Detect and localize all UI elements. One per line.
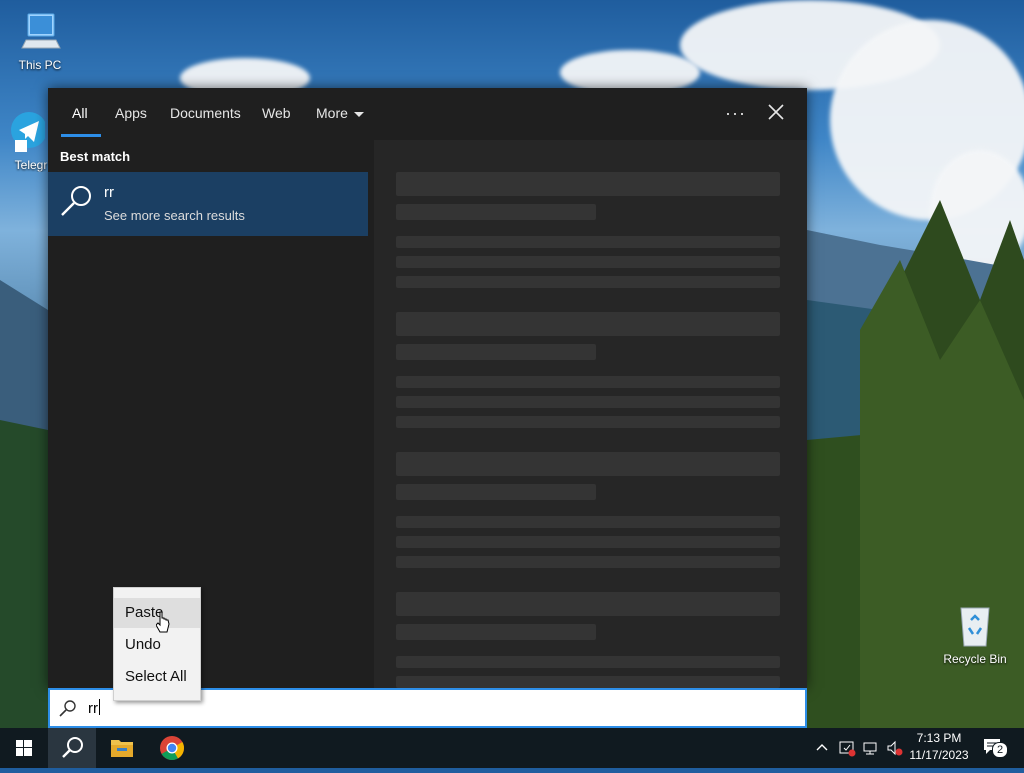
skeleton-line	[396, 484, 596, 500]
desktop-icon-label: Recycle Bin	[943, 652, 1007, 666]
context-menu: Paste Undo Select All	[113, 587, 201, 701]
skeleton-line	[396, 376, 780, 388]
skeleton-line	[396, 656, 780, 668]
context-menu-select-all[interactable]: Select All	[114, 662, 200, 692]
search-tabs: All Apps Documents Web More ···	[48, 88, 807, 140]
computer-icon	[18, 10, 62, 54]
skeleton-line	[396, 396, 780, 408]
desktop-icon-this-pc[interactable]: This PC	[0, 10, 80, 72]
search-icon	[61, 186, 91, 216]
more-options-button[interactable]: ···	[725, 103, 746, 124]
skeleton-line	[396, 452, 780, 476]
skeleton-line	[396, 236, 780, 248]
recycle-bin-icon	[953, 604, 997, 648]
chevron-down-icon	[353, 111, 364, 117]
start-button[interactable]	[0, 728, 48, 768]
search-icon	[62, 737, 83, 758]
best-match-heading: Best match	[60, 149, 131, 164]
result-subtitle: See more search results	[104, 208, 245, 223]
tab-web[interactable]: Web	[262, 105, 291, 121]
text-caret	[99, 699, 100, 715]
chevron-up-icon[interactable]	[814, 740, 830, 756]
tab-apps[interactable]: Apps	[115, 105, 147, 121]
desktop-icon-recycle-bin[interactable]: Recycle Bin	[935, 604, 1015, 666]
security-icon[interactable]	[838, 739, 856, 757]
skeleton-line	[396, 256, 780, 268]
search-icon	[59, 700, 76, 717]
search-input[interactable]: rr	[88, 699, 100, 717]
context-menu-label: Select All	[125, 668, 187, 685]
telegram-icon	[1, 110, 47, 154]
clock-date: 11/17/2023	[909, 748, 969, 762]
skeleton-line	[396, 344, 596, 360]
tab-documents[interactable]: Documents	[170, 105, 241, 121]
skeleton-line	[396, 516, 780, 528]
action-center-button[interactable]: 2	[980, 736, 1010, 760]
context-menu-undo[interactable]: Undo	[114, 630, 200, 660]
volume-muted-icon[interactable]	[886, 739, 904, 757]
results-list: Best match rr See more search results	[48, 140, 368, 688]
close-icon[interactable]	[764, 100, 788, 124]
chrome-icon	[160, 736, 185, 761]
skeleton-line	[396, 204, 596, 220]
best-match-result[interactable]: rr See more search results	[48, 172, 368, 236]
desktop-icon-label: Telegr	[14, 158, 48, 172]
skeleton-line	[396, 536, 780, 548]
skeleton-line	[396, 172, 780, 196]
desktop-icon-telegram[interactable]: Telegr	[0, 110, 48, 172]
folder-icon	[111, 740, 133, 757]
skeleton-line	[396, 416, 780, 428]
result-title: rr	[104, 184, 114, 201]
desktop-icon-label: This PC	[18, 58, 62, 72]
windows-logo-icon	[16, 740, 32, 756]
skeleton-line	[396, 276, 780, 288]
active-tab-indicator	[61, 134, 101, 137]
network-icon[interactable]	[862, 739, 880, 757]
skeleton-line	[396, 592, 780, 616]
tab-all[interactable]: All	[72, 105, 88, 121]
skeleton-line	[396, 312, 780, 336]
tab-more-label: More	[316, 105, 348, 121]
preview-pane-loading	[374, 140, 807, 688]
taskbar-clock[interactable]: 7:13 PM 11/17/2023	[904, 731, 974, 762]
tab-more[interactable]: More	[316, 105, 364, 121]
taskbar: 7:13 PM 11/17/2023 2	[0, 728, 1024, 768]
clock-time: 7:13 PM	[916, 731, 962, 745]
skeleton-line	[396, 676, 780, 688]
context-menu-label: Undo	[125, 636, 161, 653]
taskbar-chrome[interactable]	[148, 728, 196, 768]
search-input-value: rr	[88, 700, 98, 717]
taskbar-file-explorer[interactable]	[98, 728, 146, 768]
mouse-pointer-icon	[156, 611, 170, 633]
skeleton-line	[396, 624, 596, 640]
notification-count-badge: 2	[992, 742, 1008, 758]
skeleton-line	[396, 556, 780, 568]
taskbar-search-button[interactable]	[48, 728, 96, 768]
